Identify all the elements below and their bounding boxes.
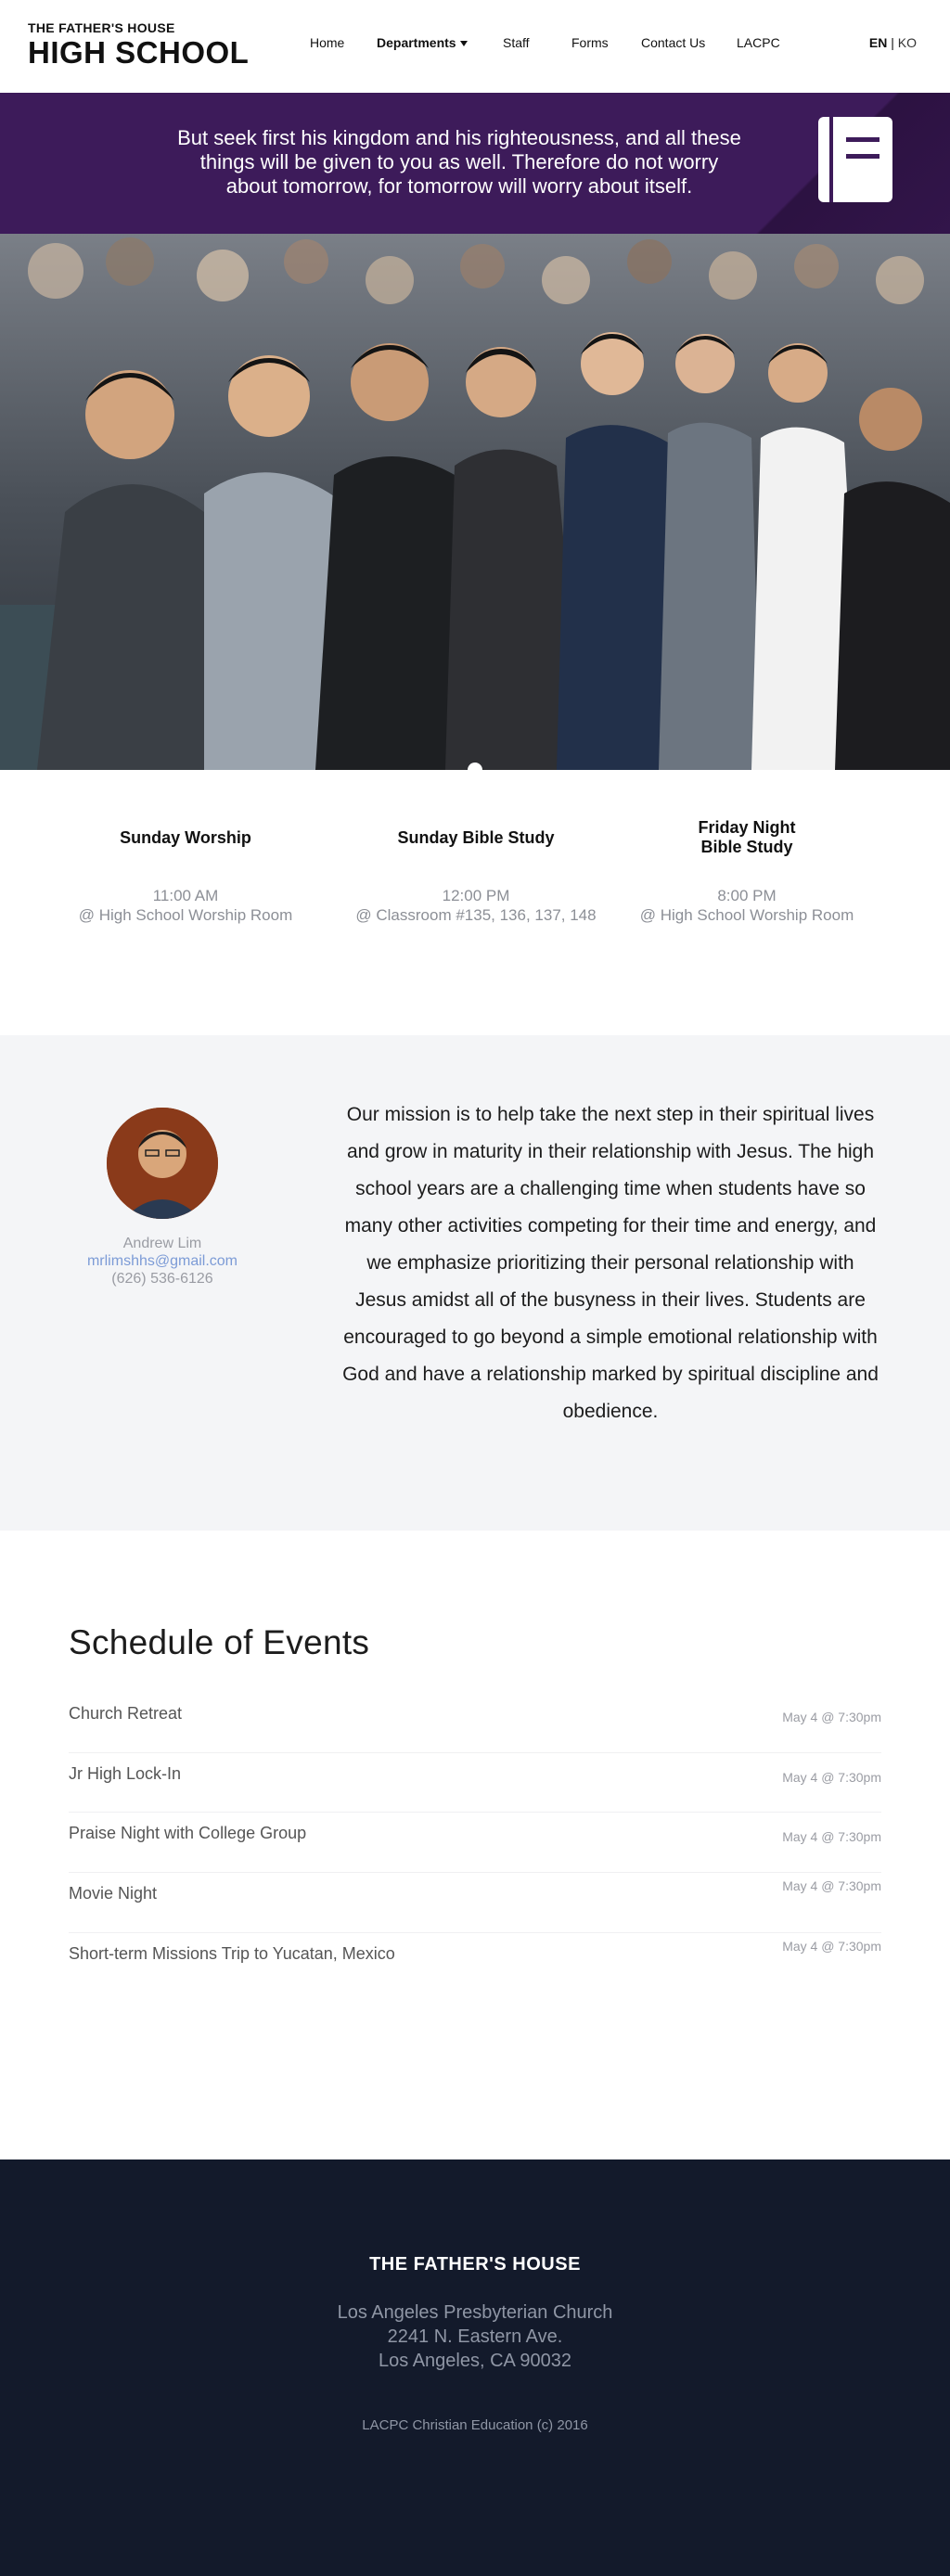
footer-address: Los Angeles Presbyterian Church 2241 N. … (0, 2300, 950, 2373)
event-divider (69, 1872, 881, 1873)
event-name[interactable]: Praise Night with College Group (69, 1824, 306, 1843)
event-name[interactable]: Church Retreat (69, 1704, 182, 1724)
site-footer: THE FATHER'S HOUSE Los Angeles Presbyter… (0, 2159, 950, 2576)
service-time: 8:00 PM (717, 887, 777, 904)
nav-departments[interactable]: Departments (377, 35, 468, 50)
event-divider (69, 1752, 881, 1753)
staff-name: Andrew Lim (122, 1236, 202, 1251)
event-name[interactable]: Jr High Lock-In (69, 1764, 181, 1784)
service-location: @ Classroom #135, 136, 137, 148 (355, 906, 597, 924)
service-title: Sunday Bible Study (397, 828, 555, 847)
service-card: Friday Night Bible Study 8:00 PM @ High … (626, 818, 867, 925)
nav-contact[interactable]: Contact Us (641, 35, 705, 50)
staff-email-link[interactable]: mrlimshhs@gmail.com (65, 1252, 260, 1270)
nav-forms[interactable]: Forms (571, 35, 609, 50)
event-date: May 4 @ 7:30pm (782, 1878, 881, 1893)
site-header: THE FATHER'S HOUSE HIGH SCHOOL Home Depa… (0, 0, 950, 93)
service-title: Sunday Worship (120, 828, 251, 847)
nav-departments-label: Departments (377, 35, 456, 50)
book-icon (818, 117, 892, 202)
footer-copyright: LACPC Christian Education (c) 2016 (362, 2417, 588, 2433)
event-row[interactable]: Church Retreat May 4 @ 7:30pm (69, 1704, 881, 1763)
verse-text: But seek first his kingdom and his right… (177, 126, 741, 198)
main-nav: Home Departments Staff Forms Contact Us … (0, 35, 950, 54)
event-name[interactable]: Movie Night (69, 1884, 157, 1903)
nav-lacpc[interactable]: LACPC (737, 35, 780, 50)
event-row[interactable]: Jr High Lock-In May 4 @ 7:30pm (69, 1752, 881, 1824)
service-time: 12:00 PM (442, 887, 510, 904)
nav-home[interactable]: Home (310, 35, 344, 50)
event-date: May 4 @ 7:30pm (782, 1770, 881, 1785)
mission-statement: Our mission is to help take the next ste… (342, 1104, 879, 1422)
event-divider (69, 1932, 881, 1933)
logo-subtitle[interactable]: THE FATHER'S HOUSE (28, 20, 175, 35)
verse-banner: But seek first his kingdom and his right… (0, 93, 950, 234)
language-switcher: EN | KO (869, 35, 917, 50)
event-row[interactable]: Movie Night May 4 @ 7:30pm (69, 1872, 881, 1943)
caret-down-icon (459, 41, 468, 47)
event-date: May 4 @ 7:30pm (782, 1939, 881, 1954)
footer-address-line: Los Angeles, CA 90032 (379, 2351, 571, 2371)
mission-section: Andrew Lim mrlimshhs@gmail.com (626) 536… (0, 1035, 950, 1531)
service-card: Sunday Worship 11:00 AM @ High School Wo… (65, 828, 306, 925)
schedule-title: Schedule of Events (69, 1623, 370, 1661)
service-location: @ High School Worship Room (78, 906, 293, 924)
event-date: May 4 @ 7:30pm (782, 1829, 881, 1844)
event-row[interactable]: Short-term Missions Trip to Yucatan, Mex… (69, 1932, 881, 2004)
service-location: @ High School Worship Room (639, 906, 854, 924)
event-divider (69, 1812, 881, 1813)
event-name[interactable]: Short-term Missions Trip to Yucatan, Mex… (69, 1944, 395, 1964)
footer-address-line: 2241 N. Eastern Ave. (387, 2326, 563, 2347)
lang-separator: | (891, 35, 894, 50)
event-row[interactable]: Praise Night with College Group May 4 @ … (69, 1812, 881, 1883)
staff-phone: (626) 536-6126 (111, 1271, 213, 1287)
schedule-section: Schedule of Events Church Retreat May 4 … (0, 1531, 950, 2159)
lang-ko[interactable]: KO (898, 35, 917, 50)
nav-staff[interactable]: Staff (503, 35, 530, 50)
services-section: Sunday Worship 11:00 AM @ High School Wo… (0, 770, 950, 1035)
footer-address-line: Los Angeles Presbyterian Church (337, 2302, 613, 2323)
avatar (107, 1108, 218, 1219)
footer-title: THE FATHER'S HOUSE (369, 2254, 581, 2275)
service-time: 11:00 AM (152, 887, 219, 904)
lang-en[interactable]: EN (869, 35, 887, 50)
group-photo (0, 234, 950, 770)
event-date: May 4 @ 7:30pm (782, 1710, 881, 1724)
staff-contact: Andrew Lim mrlimshhs@gmail.com (626) 536… (65, 1235, 260, 1288)
service-card: Sunday Bible Study 12:00 PM @ Classroom … (355, 828, 597, 925)
service-title: Friday Night Bible Study (698, 818, 796, 856)
